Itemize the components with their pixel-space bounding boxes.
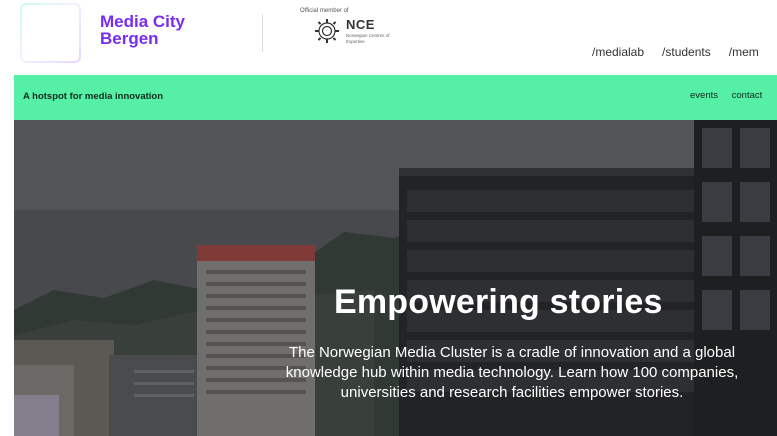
- logo-line-2: Bergen: [100, 29, 159, 48]
- hero-banner: Empowering stories The Norwegian Media C…: [14, 120, 777, 436]
- nav-link-students[interactable]: /students: [662, 45, 711, 59]
- hero-title: Empowering stories: [334, 283, 663, 321]
- nce-gear-icon: [315, 19, 339, 43]
- top-navigation: /medialab /students /mem: [592, 45, 777, 59]
- nce-caption: Official member of: [300, 8, 349, 14]
- tagline: A hotspot for media innovation: [23, 91, 164, 102]
- logo-icon[interactable]: [20, 3, 81, 63]
- nce-subtitle: Norwegian Centres of Expertise: [346, 33, 390, 44]
- site-header: Media City Bergen Official member of NCE…: [0, 0, 777, 75]
- nce-membership-badge[interactable]: Official member of NCE Norwegian Centres…: [300, 7, 410, 57]
- tagline-bar: A hotspot for media innovation events co…: [14, 75, 777, 120]
- header-divider: [262, 14, 263, 52]
- nav-link-medialab[interactable]: /medialab: [592, 45, 644, 59]
- secondary-navigation: events contact: [690, 90, 773, 101]
- hero-description: The Norwegian Media Cluster is a cradle …: [285, 344, 739, 401]
- nce-abbrev: NCE: [346, 17, 375, 32]
- nav-link-contact[interactable]: contact: [732, 90, 763, 101]
- nav-link-members[interactable]: /mem: [729, 45, 759, 59]
- logo-wordmark[interactable]: Media City Bergen: [100, 13, 185, 47]
- logo-line-1: Media City: [100, 12, 186, 31]
- nav-link-events[interactable]: events: [690, 90, 718, 101]
